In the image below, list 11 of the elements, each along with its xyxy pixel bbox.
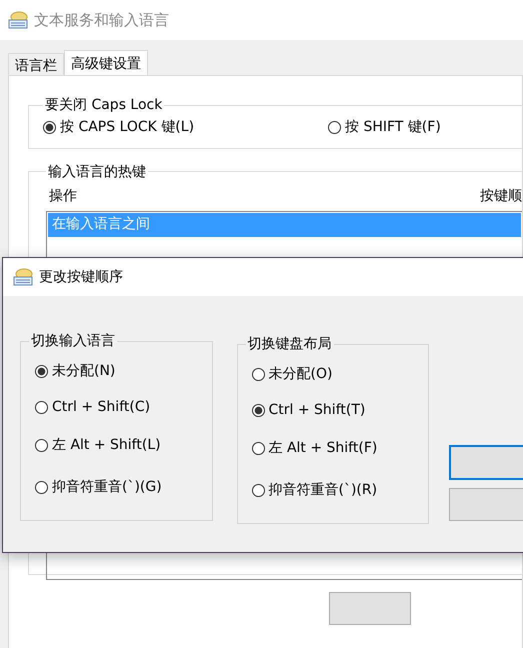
group-title: 输入语言的热键 — [47, 162, 147, 180]
window-title: 文本服务和输入语言 — [34, 10, 169, 30]
radio-label: 按 SHIFT 键(F) — [345, 118, 441, 136]
dialog-title: 更改按键顺序 — [39, 268, 123, 286]
group-title: 要关闭 Caps Lock — [44, 96, 164, 114]
radio-label: 未分配(O) — [268, 365, 332, 383]
column-header: 操作 — [49, 186, 77, 204]
radio-label: 未分配(N) — [52, 362, 116, 380]
group-title: 切换键盘布局 — [246, 335, 332, 353]
column-header: 按键顺 — [480, 186, 522, 204]
group-title: 切换输入语言 — [30, 332, 116, 350]
